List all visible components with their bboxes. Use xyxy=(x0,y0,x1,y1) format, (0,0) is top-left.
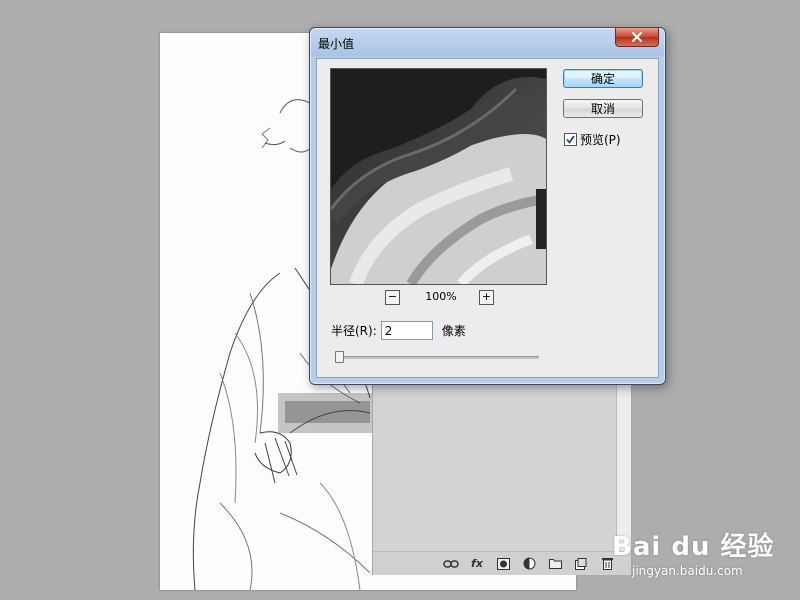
fx-label: fx xyxy=(471,557,483,570)
zoom-out-button[interactable]: − xyxy=(385,290,400,305)
dialog-title: 最小值 xyxy=(318,37,355,51)
layers-toolbar: fx xyxy=(373,551,631,575)
preview-checkbox[interactable] xyxy=(564,133,577,146)
dialog-body: − 100% + 确定 取消 预览(P) 半径(R): 像素 xyxy=(316,58,659,378)
close-button[interactable] xyxy=(615,28,659,47)
layers-panel: fx xyxy=(372,380,632,575)
preview-label: 预览(P) xyxy=(580,133,621,147)
layer-mask-icon[interactable] xyxy=(495,557,511,571)
new-layer-icon[interactable] xyxy=(573,557,589,571)
zoom-in-button[interactable]: + xyxy=(479,290,494,305)
ok-button[interactable]: 确定 xyxy=(563,69,643,88)
baidu-watermark: Bai du 经验 jingyan.baidu.com xyxy=(612,512,792,592)
radius-label: 半径(R): xyxy=(331,324,377,338)
preview-image xyxy=(331,69,546,284)
checkmark-icon xyxy=(566,135,575,144)
folder-icon[interactable] xyxy=(547,557,563,571)
adjustment-layer-icon[interactable] xyxy=(521,557,537,571)
filter-preview[interactable] xyxy=(330,68,547,285)
watermark-url: jingyan.baidu.com xyxy=(632,564,743,578)
radius-slider-track[interactable] xyxy=(339,356,539,359)
radius-unit: 像素 xyxy=(441,324,466,338)
cancel-button[interactable]: 取消 xyxy=(563,99,643,118)
radius-row: 半径(R): 像素 xyxy=(331,321,466,340)
fx-icon[interactable]: fx xyxy=(469,557,485,571)
zoom-level: 100% xyxy=(425,290,457,303)
link-icon[interactable] xyxy=(443,557,459,571)
radius-slider-thumb[interactable] xyxy=(335,351,344,363)
radius-input[interactable] xyxy=(380,321,433,340)
preview-option[interactable]: 预览(P) xyxy=(564,131,621,148)
minimum-filter-dialog: 最小值 − 100% + 确定 取消 预览(P) 半径(R): 2 像素 xyxy=(309,27,666,385)
watermark-brand: Bai du 经验 xyxy=(612,532,775,562)
close-icon xyxy=(631,32,643,42)
